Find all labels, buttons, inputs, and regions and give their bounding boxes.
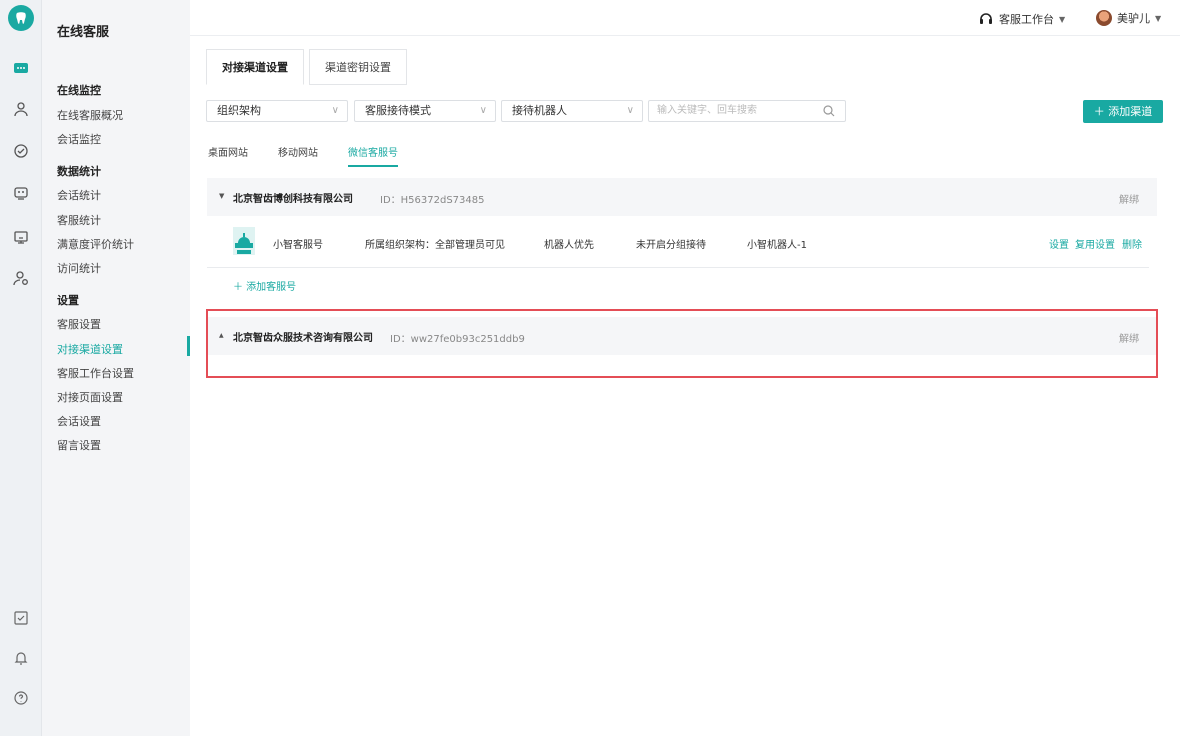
company-id: ID：H56372dS73485 — [380, 195, 485, 206]
main-tabs: 对接渠道设置 渠道密钥设置 — [206, 49, 407, 85]
search-icon — [823, 105, 835, 117]
unbind-button[interactable]: 解绑 — [1119, 191, 1139, 206]
highlight-box — [206, 309, 1158, 378]
search-placeholder: 输入关键字、回车搜索 — [657, 105, 757, 116]
subtab-wechat-account[interactable]: 微信客服号 — [348, 144, 398, 167]
org-select-value: 组织架构 — [217, 104, 261, 117]
tab-channel-settings[interactable]: 对接渠道设置 — [206, 49, 304, 85]
chevron-down-icon: ∨ — [331, 105, 339, 116]
chevron-down-icon: ▼ — [1155, 13, 1162, 23]
sidebar-item-satisfaction-stats[interactable]: 满意度评价统计 — [57, 236, 190, 252]
chat-icon[interactable] — [11, 59, 31, 79]
mode-select[interactable]: 客服接待模式 ∨ — [354, 100, 496, 122]
org-select[interactable]: 组织架构 ∨ — [206, 100, 348, 122]
sidebar-item-session-settings[interactable]: 会话设置 — [57, 413, 190, 429]
app-logo-icon[interactable] — [8, 5, 34, 31]
channel-subtabs: 桌面网站 移动网站 微信客服号 — [208, 144, 428, 167]
reuse-settings-link[interactable]: 复用设置 — [1075, 236, 1115, 251]
top-bar: 客服工作台 ▼ 美驴儿 ▼ — [190, 0, 1180, 36]
subtab-desktop-site[interactable]: 桌面网站 — [208, 144, 248, 167]
sidebar-item-visit-stats[interactable]: 访问统计 — [57, 260, 190, 276]
main-content: 对接渠道设置 渠道密钥设置 组织架构 ∨ 客服接待模式 ∨ 接待机器人 ∨ 输入… — [190, 36, 1180, 736]
user-menu[interactable]: 美驴儿 ▼ — [1096, 10, 1161, 26]
settings-link[interactable]: 设置 — [1049, 236, 1069, 251]
icon-rail — [0, 0, 42, 736]
robot-select[interactable]: 接待机器人 ∨ — [501, 100, 643, 122]
chevron-down-icon: ∨ — [479, 105, 487, 116]
company-row[interactable]: ▼ 北京智齿博创科技有限公司 ID：H56372dS73485 解绑 — [207, 178, 1157, 216]
sidebar-item-overview[interactable]: 在线客服概况 — [57, 107, 190, 123]
robot-avatar-icon — [233, 227, 255, 255]
sidebar: 在线客服 在线监控 在线客服概况 会话监控 数据统计 会话统计 客服统计 满意度… — [42, 0, 190, 736]
user-settings-icon[interactable] — [11, 268, 31, 288]
task-icon[interactable] — [11, 608, 31, 628]
sidebar-item-channel-settings[interactable]: 对接渠道设置 — [57, 341, 190, 357]
sidebar-item-session-stats[interactable]: 会话统计 — [57, 187, 190, 203]
subtab-mobile-site[interactable]: 移动网站 — [278, 144, 318, 167]
workspace-switcher[interactable]: 客服工作台 ▼ — [978, 11, 1065, 27]
sidebar-group-monitor: 在线监控 — [57, 84, 101, 97]
sidebar-item-agent-settings[interactable]: 客服设置 — [57, 316, 190, 332]
add-channel-button[interactable]: ＋ 添加渠道 — [1083, 100, 1163, 123]
robot-select-value: 接待机器人 — [512, 104, 567, 117]
sidebar-group-stats: 数据统计 — [57, 165, 101, 178]
users-icon[interactable] — [11, 99, 31, 119]
mode-select-value: 客服接待模式 — [365, 104, 431, 117]
chevron-down-icon: ∨ — [626, 105, 634, 116]
search-input[interactable]: 输入关键字、回车搜索 — [648, 100, 846, 122]
sidebar-title: 在线客服 — [57, 25, 110, 40]
workspace-label: 客服工作台 — [999, 13, 1054, 26]
tab-channel-key-settings[interactable]: 渠道密钥设置 — [309, 49, 407, 85]
robot-icon[interactable] — [11, 183, 31, 203]
monitor-icon[interactable] — [11, 227, 31, 247]
account-name: 小智客服号 — [273, 240, 323, 251]
headset-icon — [980, 13, 992, 24]
account-group: 未开启分组接待 — [636, 240, 706, 251]
delete-link[interactable]: 删除 — [1122, 236, 1142, 251]
user-name: 美驴儿 — [1117, 12, 1150, 25]
bell-icon[interactable] — [11, 648, 31, 668]
account-org: 所属组织架构：全部管理员可见 — [365, 240, 505, 251]
account-row: 小智客服号 所属组织架构：全部管理员可见 机器人优先 未开启分组接待 小智机器人… — [207, 224, 1149, 268]
sidebar-item-message-settings[interactable]: 留言设置 — [57, 437, 190, 453]
sidebar-item-agent-stats[interactable]: 客服统计 — [57, 212, 190, 228]
sidebar-item-session-monitor[interactable]: 会话监控 — [57, 131, 190, 147]
sidebar-item-page-settings[interactable]: 对接页面设置 — [57, 389, 190, 405]
add-account-link[interactable]: ＋ 添加客服号 — [233, 278, 296, 293]
account-robot: 小智机器人-1 — [747, 240, 807, 251]
chevron-down-icon: ▼ — [1059, 14, 1066, 24]
check-circle-icon[interactable] — [11, 141, 31, 161]
help-icon[interactable] — [11, 688, 31, 708]
company-name: 北京智齿博创科技有限公司 — [233, 194, 353, 205]
sidebar-group-settings: 设置 — [57, 294, 79, 307]
caret-down-icon[interactable]: ▼ — [219, 192, 224, 200]
account-priority: 机器人优先 — [544, 240, 594, 251]
avatar — [1096, 10, 1112, 26]
sidebar-item-workbench-settings[interactable]: 客服工作台设置 — [57, 365, 190, 381]
